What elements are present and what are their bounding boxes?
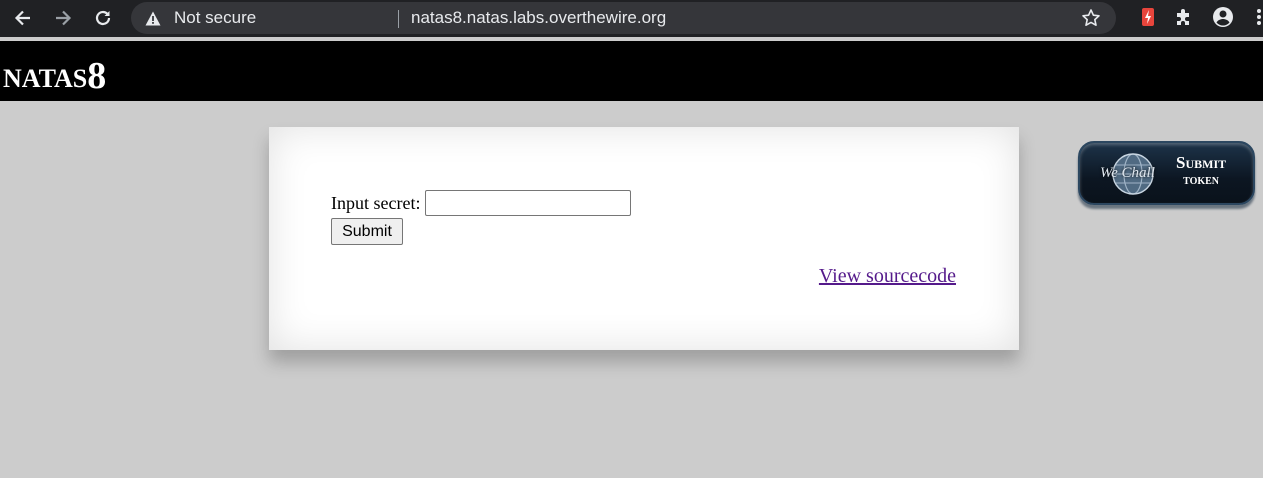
secret-form-row: Input secret:: [331, 190, 632, 216]
site-header: natas8: [0, 41, 1263, 101]
forward-button[interactable]: [48, 4, 78, 32]
omnibox-separator: [398, 10, 399, 28]
wechall-submit-token-button[interactable]: We Chall Submit token: [1078, 141, 1255, 205]
kebab-menu-icon[interactable]: [1253, 6, 1263, 28]
view-sourcecode-link[interactable]: View sourcecode: [819, 265, 956, 288]
site-title-word: natas: [3, 64, 88, 93]
account-icon[interactable]: [1212, 6, 1234, 28]
submit-text: Submit: [1176, 153, 1227, 172]
site-title-number: 8: [87, 55, 107, 97]
reload-icon: [95, 10, 111, 26]
site-title: natas8: [3, 53, 106, 97]
wechall-name: We Chall: [1100, 165, 1155, 181]
submit-token-label: Submit token: [1176, 154, 1226, 190]
security-status[interactable]: Not secure: [174, 8, 256, 28]
reload-button[interactable]: [88, 4, 118, 32]
token-text: token: [1183, 173, 1220, 188]
extension-icon[interactable]: [1137, 6, 1159, 28]
back-button[interactable]: [8, 4, 38, 32]
url-text[interactable]: natas8.natas.labs.overthewire.org: [411, 8, 666, 28]
star-icon[interactable]: [1081, 8, 1101, 28]
secret-label: Input secret:: [331, 192, 421, 213]
warning-triangle-icon: [145, 11, 161, 26]
address-bar[interactable]: Not secure natas8.natas.labs.overthewire…: [131, 2, 1116, 34]
content-panel: Input secret: Submit View sourcecode: [269, 127, 1019, 350]
submit-button[interactable]: Submit: [331, 218, 403, 245]
browser-toolbar: Not secure natas8.natas.labs.overthewire…: [0, 0, 1263, 37]
secret-input[interactable]: [425, 190, 632, 216]
forward-arrow-icon: [56, 10, 72, 26]
puzzle-icon[interactable]: [1173, 6, 1195, 28]
back-arrow-icon: [14, 10, 30, 26]
